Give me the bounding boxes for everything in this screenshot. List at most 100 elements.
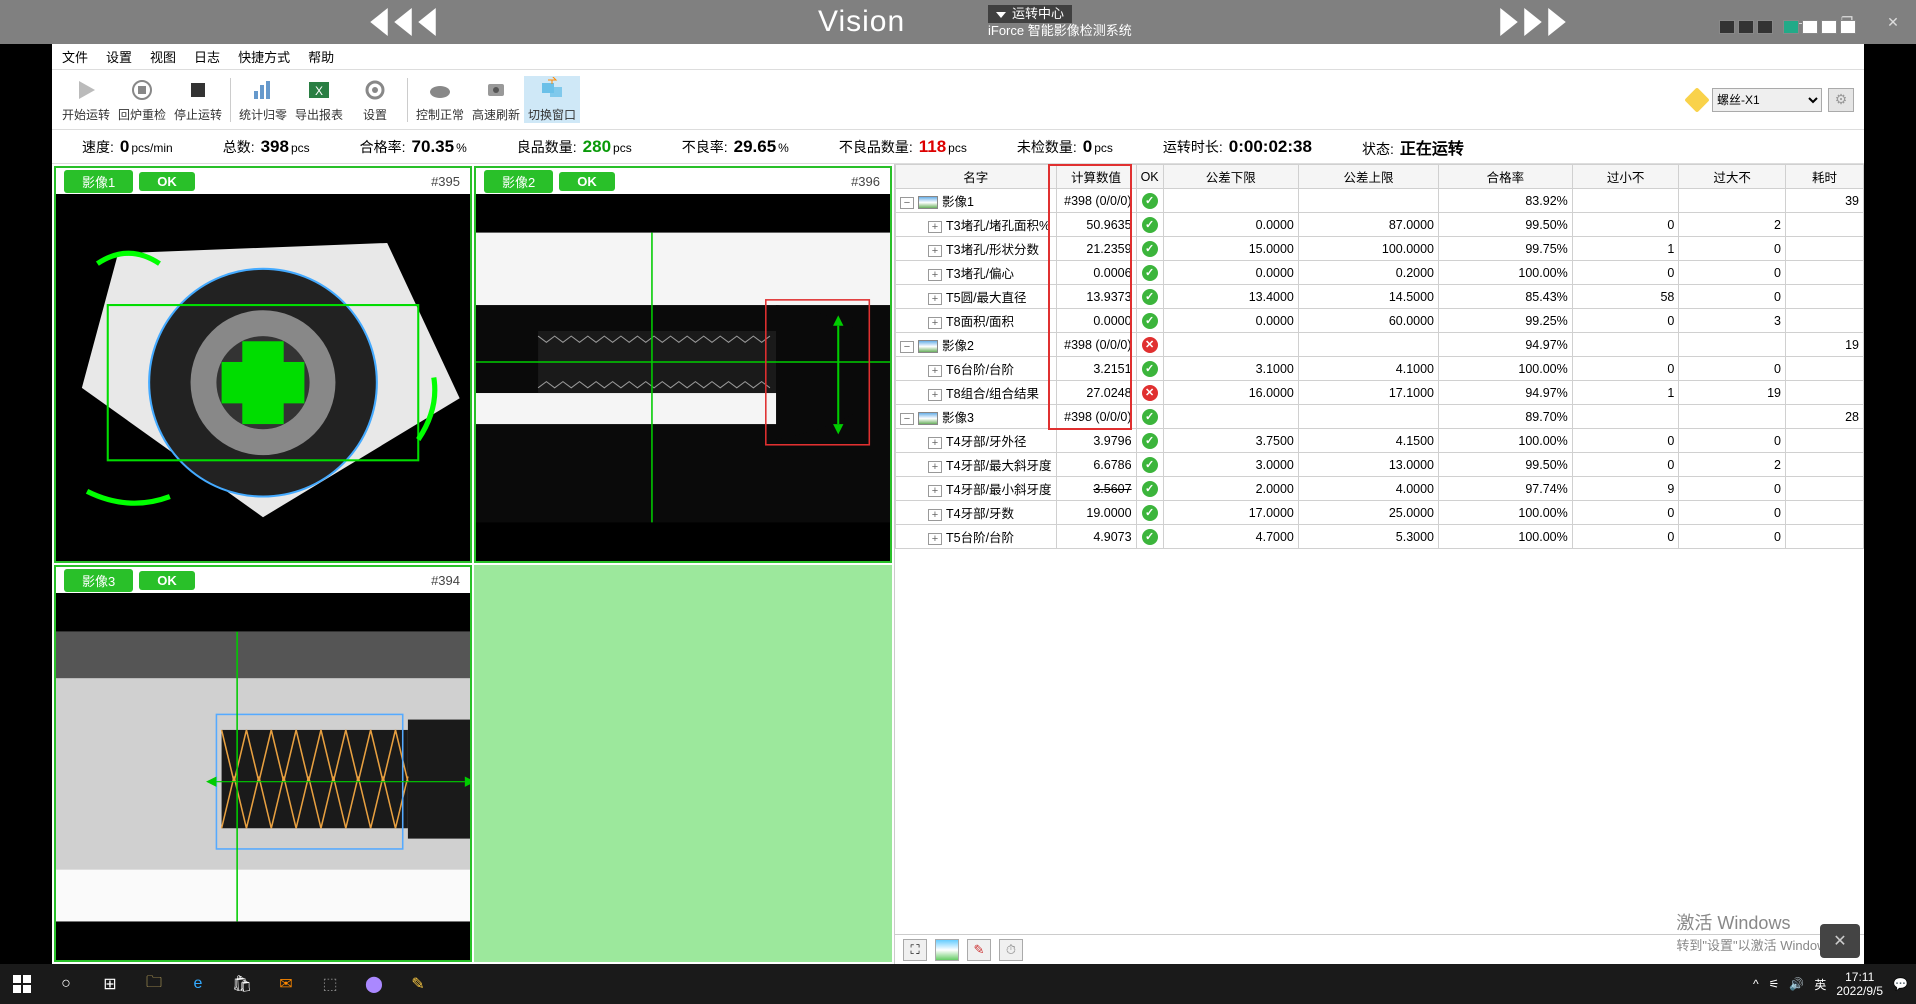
tool-refresh[interactable]: 高速刷新 — [468, 76, 524, 123]
os-titlebar: Vision 运转中心 iForce 智能影像检测系统 — ❐ ✕ — [0, 0, 1916, 44]
toolbar: 开始运转回炉重检停止运转统计归零X导出报表设置控制正常高速刷新切换窗口 螺丝-X… — [52, 70, 1864, 130]
start-button[interactable] — [0, 964, 44, 1004]
view2-frame: #396 — [851, 174, 880, 189]
col-header[interactable]: 过大不 — [1679, 165, 1786, 189]
col-header[interactable]: 耗时 — [1785, 165, 1863, 189]
col-header[interactable]: 计算数值 — [1056, 165, 1136, 189]
view-panel-3[interactable]: 影像3 OK #394 — [54, 565, 472, 962]
app-subtitle: 运转中心 iForce 智能影像检测系统 — [988, 5, 1132, 39]
table-row[interactable]: +T3堵孔/堵孔面积%50.9635✓0.000087.000099.50%02 — [896, 213, 1864, 237]
notification-popup[interactable]: ✕ — [1820, 924, 1860, 958]
table-row[interactable]: +T5圆/最大直径13.9373✓13.400014.500085.43%580 — [896, 285, 1864, 309]
tool-excel[interactable]: X导出报表 — [291, 76, 347, 123]
nav-back-arrows[interactable] — [368, 8, 438, 36]
col-header[interactable]: 公差下限 — [1163, 165, 1298, 189]
results-table[interactable]: 名字计算数值OK公差下限公差上限合格率过小不过大不耗时 −影像1#398 (0/… — [895, 164, 1864, 549]
play-icon — [72, 76, 100, 104]
table-row[interactable]: +T4牙部/牙数19.0000✓17.000025.0000100.00%00 — [896, 501, 1864, 525]
camera-views: 影像1OK#395 — [52, 164, 894, 964]
table-row[interactable]: +T3堵孔/形状分数21.2359✓15.0000100.000099.75%1… — [896, 237, 1864, 261]
table-row[interactable]: +T4牙部/最小斜牙度3.5607✓2.00004.000097.74%90 — [896, 477, 1864, 501]
menu-settings[interactable]: 设置 — [106, 47, 132, 66]
clock[interactable]: 17:112022/9/5 — [1836, 970, 1883, 998]
table-row[interactable]: +T3堵孔/偏心0.0006✓0.00000.2000100.00%00 — [896, 261, 1864, 285]
system-tray[interactable]: ^ ⚟ 🔊 英 17:112022/9/5 💬 — [1753, 970, 1916, 998]
col-header[interactable]: 公差上限 — [1298, 165, 1438, 189]
stats-bar: 速度:0pcs/min 总数:398pcs 合格率:70.35% 良品数量:28… — [52, 130, 1864, 164]
app-icon-1[interactable]: ⬚ — [308, 964, 352, 1004]
action-center-icon[interactable]: 💬 — [1893, 977, 1908, 991]
view3-image — [56, 593, 470, 960]
product-config-button[interactable]: ⚙ — [1828, 88, 1854, 112]
nav-fwd-arrows[interactable] — [1498, 8, 1568, 36]
fit-button[interactable]: ⛶ — [903, 939, 927, 961]
menu-help[interactable]: 帮助 — [308, 47, 334, 66]
product-dropdown[interactable]: 螺丝-X1 — [1712, 88, 1822, 112]
menu-file[interactable]: 文件 — [62, 47, 88, 66]
volume-icon[interactable]: 🔊 — [1789, 977, 1804, 991]
tool-chart[interactable]: 统计归零 — [235, 76, 291, 123]
tool-ctrl[interactable]: 控制正常 — [412, 76, 468, 123]
gear-icon — [361, 76, 389, 104]
layout-indicators[interactable] — [1719, 20, 1856, 34]
app-icon-3[interactable]: ✎ — [396, 964, 440, 1004]
view1-frame: #395 — [431, 174, 460, 189]
svg-text:X: X — [315, 84, 323, 98]
table-row[interactable]: +T8组合/组合结果27.0248✕16.000017.100094.97%11… — [896, 381, 1864, 405]
image-button[interactable] — [935, 939, 959, 961]
tag-icon — [1684, 87, 1709, 112]
explorer-icon[interactable]: 🗀 — [132, 964, 176, 1004]
col-header[interactable]: 名字 — [896, 165, 1057, 189]
swap-icon — [538, 76, 566, 104]
tool-gear[interactable]: 设置 — [347, 76, 403, 123]
view2-name: 影像2 — [484, 170, 553, 193]
search-button[interactable]: ○ — [44, 964, 88, 1004]
view3-status: OK — [139, 571, 195, 590]
col-header[interactable]: 过小不 — [1572, 165, 1679, 189]
ime-indicator[interactable]: 英 — [1814, 976, 1826, 993]
view3-name: 影像3 — [64, 569, 133, 592]
wifi-icon[interactable]: ⚟ — [1769, 977, 1780, 991]
excel-icon: X — [305, 76, 333, 104]
tool-swap[interactable]: 切换窗口 — [524, 76, 580, 123]
refresh-icon — [482, 76, 510, 104]
table-row[interactable]: +T4牙部/牙外径3.9796✓3.75004.1500100.00%00 — [896, 429, 1864, 453]
chart-icon — [249, 76, 277, 104]
table-row[interactable]: +T5台阶/台阶4.9073✓4.70005.3000100.00%00 — [896, 525, 1864, 549]
view-panel-1[interactable]: 影像1OK#395 — [54, 166, 472, 563]
view-panel-4-empty[interactable] — [474, 565, 892, 962]
taskview-button[interactable]: ⊞ — [88, 964, 132, 1004]
menu-view[interactable]: 视图 — [150, 47, 176, 66]
view3-frame: #394 — [431, 573, 460, 588]
window-close[interactable]: ✕ — [1870, 7, 1916, 37]
windows-taskbar: ○ ⊞ 🗀 e 🛍 ✉ ⬚ ⬤ ✎ ^ ⚟ 🔊 英 17:112022/9/5 … — [0, 964, 1916, 1004]
edit-button[interactable]: ✎ — [967, 939, 991, 961]
view1-image — [56, 194, 470, 561]
menubar: 文件 设置 视图 日志 快捷方式 帮助 — [52, 44, 1864, 70]
table-row[interactable]: +T8面积/面积0.0000✓0.000060.000099.25%03 — [896, 309, 1864, 333]
table-row[interactable]: −影像2#398 (0/0/0)✕94.97%19 — [896, 333, 1864, 357]
view2-image — [476, 194, 890, 561]
app-icon-2[interactable]: ⬤ — [352, 964, 396, 1004]
store-icon[interactable]: 🛍 — [220, 964, 264, 1004]
table-row[interactable]: −影像3#398 (0/0/0)✓89.70%28 — [896, 405, 1864, 429]
menu-log[interactable]: 日志 — [194, 47, 220, 66]
table-row[interactable]: +T6台阶/台阶3.2151✓3.10004.1000100.00%00 — [896, 357, 1864, 381]
table-row[interactable]: −影像1#398 (0/0/0)✓83.92%39 — [896, 189, 1864, 213]
app-logo: Vision — [818, 5, 905, 39]
table-row[interactable]: +T4牙部/最大斜牙度6.6786✓3.000013.000099.50%02 — [896, 453, 1864, 477]
edge-icon[interactable]: e — [176, 964, 220, 1004]
app-window: 文件 设置 视图 日志 快捷方式 帮助 开始运转回炉重检停止运转统计归零X导出报… — [52, 44, 1864, 964]
tray-chevron-icon[interactable]: ^ — [1753, 977, 1759, 991]
col-header[interactable]: OK — [1136, 165, 1163, 189]
mail-icon[interactable]: ✉ — [264, 964, 308, 1004]
table-row[interactable]: +T8组合/组合结果9.8623✓9.300010.600091.96%320 — [896, 549, 1864, 550]
view2-status: OK — [559, 172, 615, 191]
tool-play[interactable]: 开始运转 — [58, 76, 114, 123]
col-header[interactable]: 合格率 — [1439, 165, 1573, 189]
view-panel-2[interactable]: 影像2 OK #396 — [474, 166, 892, 563]
menu-shortcuts[interactable]: 快捷方式 — [238, 47, 290, 66]
tool-stop[interactable]: 停止运转 — [170, 76, 226, 123]
tool-recycle[interactable]: 回炉重检 — [114, 76, 170, 123]
timer-button[interactable]: ⏱ — [999, 939, 1023, 961]
